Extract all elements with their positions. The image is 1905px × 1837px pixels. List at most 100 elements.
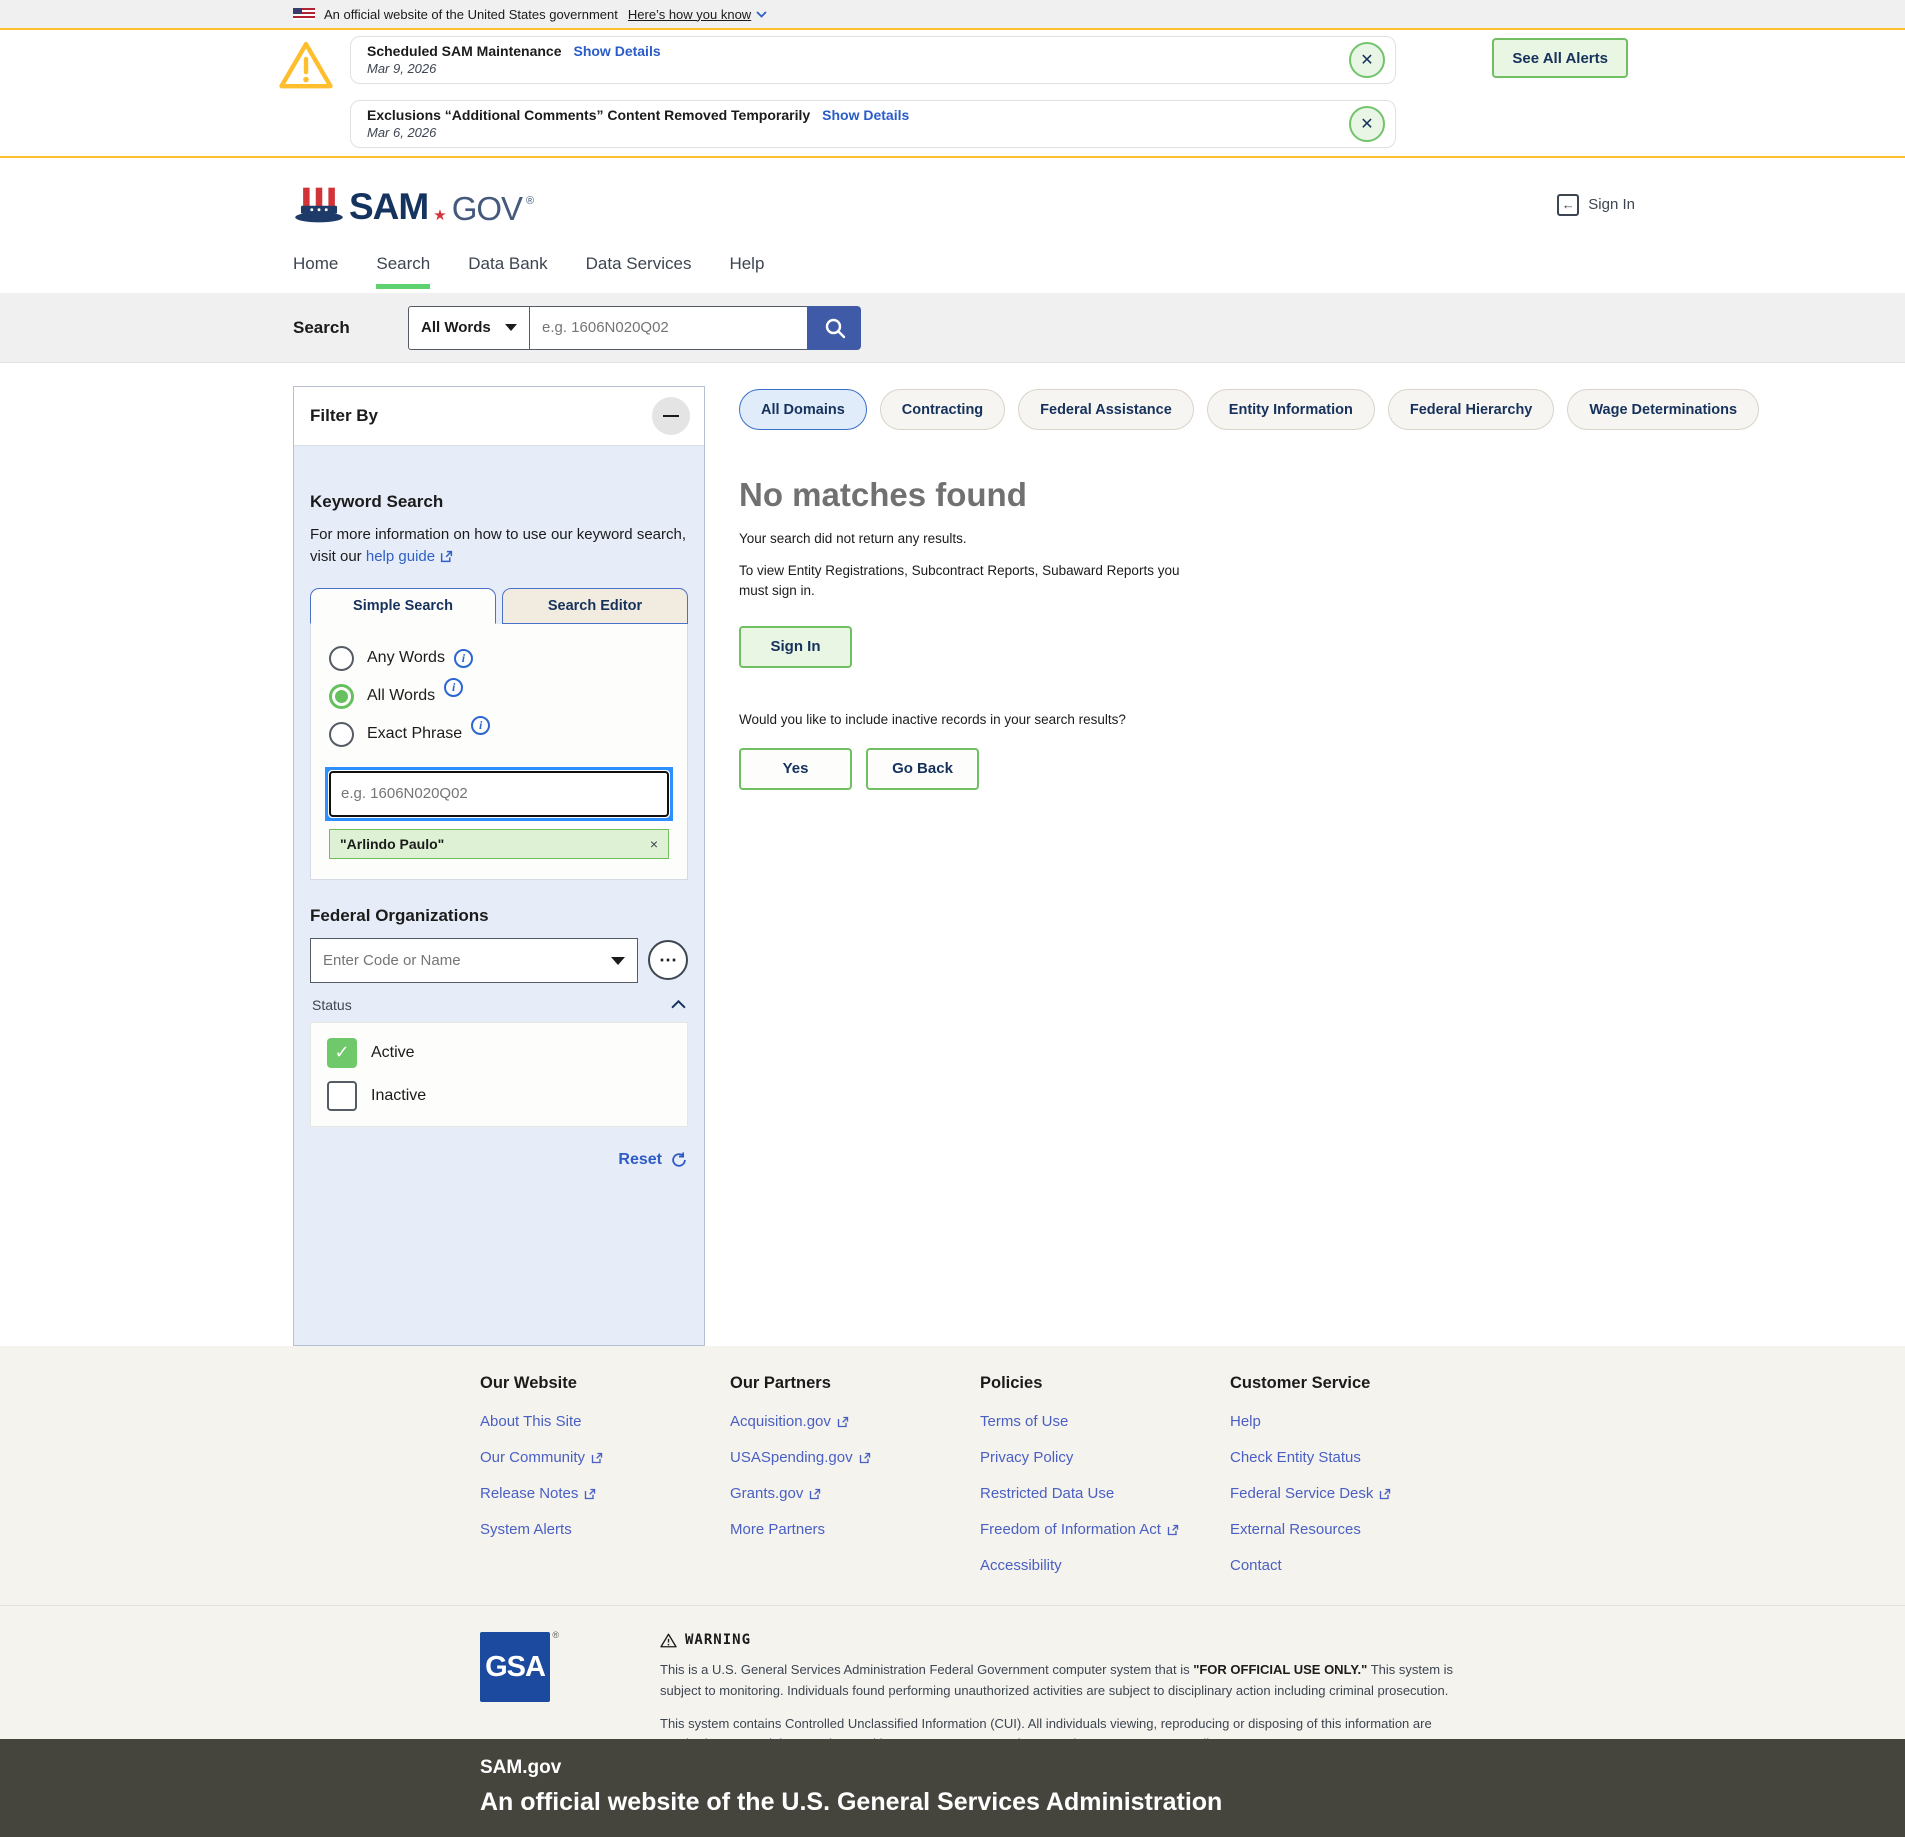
footer-link-foia[interactable]: Freedom of Information Act <box>980 1521 1230 1538</box>
status-section-toggle[interactable]: Status <box>310 997 688 1013</box>
pill-contracting[interactable]: Contracting <box>880 389 1005 430</box>
footer-link-check-entity-status[interactable]: Check Entity Status <box>1230 1449 1480 1466</box>
footer-link-contact[interactable]: Contact <box>1230 1557 1480 1574</box>
footer-link-help[interactable]: Help <box>1230 1413 1480 1430</box>
pill-all-domains[interactable]: All Domains <box>739 389 867 430</box>
reset-filters-link[interactable]: Reset <box>310 1151 688 1169</box>
radio-all-words[interactable] <box>329 684 354 709</box>
footer-link-label: Check Entity Status <box>1230 1449 1361 1466</box>
pill-wage-determinations[interactable]: Wage Determinations <box>1567 389 1759 430</box>
federal-org-input[interactable] <box>310 938 638 983</box>
footer-link-grants-gov[interactable]: Grants.gov <box>730 1485 980 1502</box>
external-link-icon <box>859 1452 871 1464</box>
status-label: Status <box>312 997 352 1013</box>
close-icon: ✕ <box>1360 114 1373 134</box>
results-subtitle: Your search did not return any results. <box>739 531 1759 546</box>
reset-label: Reset <box>618 1151 662 1169</box>
sign-in-arrow-glyph: ← <box>1562 197 1575 212</box>
combo-caret-icon[interactable] <box>611 957 625 965</box>
header-sign-in-link[interactable]: ← Sign In <box>1557 194 1635 216</box>
warning-block: WARNING This is a U.S. General Services … <box>660 1632 1460 1739</box>
footer-link-accessibility[interactable]: Accessibility <box>980 1557 1230 1574</box>
select-caret-icon <box>505 324 517 331</box>
footer-link-about-this-site[interactable]: About This Site <box>480 1413 730 1430</box>
radio-exact-phrase[interactable] <box>329 722 354 747</box>
federal-organizations-heading: Federal Organizations <box>310 906 688 926</box>
us-flag-icon <box>293 8 315 20</box>
footer-link-usaspending-gov[interactable]: USASpending.gov <box>730 1449 980 1466</box>
alert-title: Scheduled SAM Maintenance <box>367 43 561 59</box>
info-icon[interactable]: i <box>444 678 463 697</box>
footer-heading: Our Partners <box>730 1374 980 1393</box>
minus-icon <box>663 415 679 418</box>
tab-simple-search[interactable]: Simple Search <box>310 588 496 624</box>
uncle-sam-hat-icon <box>293 185 345 225</box>
how-you-know-link[interactable]: Here’s how you know <box>628 7 767 22</box>
footer-link-acquisition-gov[interactable]: Acquisition.gov <box>730 1413 980 1430</box>
keyword-search-input[interactable] <box>329 771 669 817</box>
sign-in-note: To view Entity Registrations, Subcontrac… <box>739 561 1201 602</box>
radio-any-words-label: Any Words <box>367 649 445 667</box>
show-details-link[interactable]: Show Details <box>822 107 909 123</box>
org-browse-button[interactable]: ⋯ <box>648 940 688 980</box>
checkbox-active[interactable]: ✓ <box>327 1038 357 1068</box>
checkbox-inactive[interactable] <box>327 1081 357 1111</box>
results-area: All Domains Contracting Federal Assistan… <box>739 386 1759 1346</box>
status-options-box: ✓ Active Inactive <box>310 1022 688 1127</box>
gsa-logo: GSA ® <box>480 1632 550 1702</box>
pill-federal-assistance[interactable]: Federal Assistance <box>1018 389 1194 430</box>
warning-title: WARNING <box>685 1632 751 1648</box>
info-icon[interactable]: i <box>454 649 473 668</box>
footer-link-more-partners[interactable]: More Partners <box>730 1521 980 1538</box>
domain-filter-pills: All Domains Contracting Federal Assistan… <box>739 389 1759 430</box>
search-row: Search All Words <box>0 293 1905 363</box>
sam-gov-logo[interactable]: SAM ★ GOV ® <box>293 185 534 225</box>
see-all-alerts-button[interactable]: See All Alerts <box>1492 38 1628 78</box>
bottom-tagline: An official website of the U.S. General … <box>480 1788 1905 1817</box>
external-link-icon <box>584 1488 596 1500</box>
nav-item-data-bank[interactable]: Data Bank <box>468 251 547 293</box>
footer-link-federal-service-desk[interactable]: Federal Service Desk <box>1230 1485 1480 1502</box>
alert-date: Mar 9, 2026 <box>367 61 1335 76</box>
radio-exact-phrase-label: Exact Phrase <box>367 725 462 743</box>
gov-banner-text: An official website of the United States… <box>324 7 618 22</box>
alert-close-button[interactable]: ✕ <box>1349 106 1385 142</box>
footer-link-system-alerts[interactable]: System Alerts <box>480 1521 730 1538</box>
footer-link-terms-of-use[interactable]: Terms of Use <box>980 1413 1230 1430</box>
go-back-button[interactable]: Go Back <box>866 748 979 790</box>
external-link-icon <box>809 1488 821 1500</box>
nav-item-help[interactable]: Help <box>729 251 764 293</box>
site-header: SAM ★ GOV ® ← Sign In <box>0 158 1905 251</box>
nav-item-search[interactable]: Search <box>376 251 430 293</box>
footer-col-customer-service: Customer Service Help Check Entity Statu… <box>1230 1374 1480 1593</box>
footer-col-our-partners: Our Partners Acquisition.gov USASpending… <box>730 1374 980 1593</box>
footer-heading: Our Website <box>480 1374 730 1393</box>
show-details-link[interactable]: Show Details <box>573 43 660 59</box>
main-nav: Home Search Data Bank Data Services Help <box>0 251 1905 293</box>
radio-any-words[interactable] <box>329 646 354 671</box>
footer-link-our-community[interactable]: Our Community <box>480 1449 730 1466</box>
top-search-input[interactable] <box>530 306 808 350</box>
nav-item-home[interactable]: Home <box>293 251 338 293</box>
bottom-bar: SAM.gov An official website of the U.S. … <box>0 1739 1905 1837</box>
footer-link-release-notes[interactable]: Release Notes <box>480 1485 730 1502</box>
pill-entity-information[interactable]: Entity Information <box>1207 389 1375 430</box>
footer-link-label: Accessibility <box>980 1557 1062 1574</box>
footer-link-privacy-policy[interactable]: Privacy Policy <box>980 1449 1230 1466</box>
tab-search-editor[interactable]: Search Editor <box>502 588 688 624</box>
sign-in-button[interactable]: Sign In <box>739 626 852 668</box>
external-link-icon <box>591 1452 603 1464</box>
info-icon[interactable]: i <box>471 716 490 735</box>
collapse-filters-button[interactable] <box>652 397 690 435</box>
footer-link-external-resources[interactable]: External Resources <box>1230 1521 1480 1538</box>
alert-close-button[interactable]: ✕ <box>1349 42 1385 78</box>
chip-close-icon[interactable]: × <box>650 836 658 852</box>
search-mode-select[interactable]: All Words <box>408 306 530 350</box>
search-submit-button[interactable] <box>808 306 861 350</box>
yes-button[interactable]: Yes <box>739 748 852 790</box>
nav-item-data-services[interactable]: Data Services <box>586 251 692 293</box>
pill-federal-hierarchy[interactable]: Federal Hierarchy <box>1388 389 1555 430</box>
footer-link-restricted-data-use[interactable]: Restricted Data Use <box>980 1485 1230 1502</box>
footer-link-label: External Resources <box>1230 1521 1361 1538</box>
help-guide-link[interactable]: help guide <box>366 546 453 568</box>
